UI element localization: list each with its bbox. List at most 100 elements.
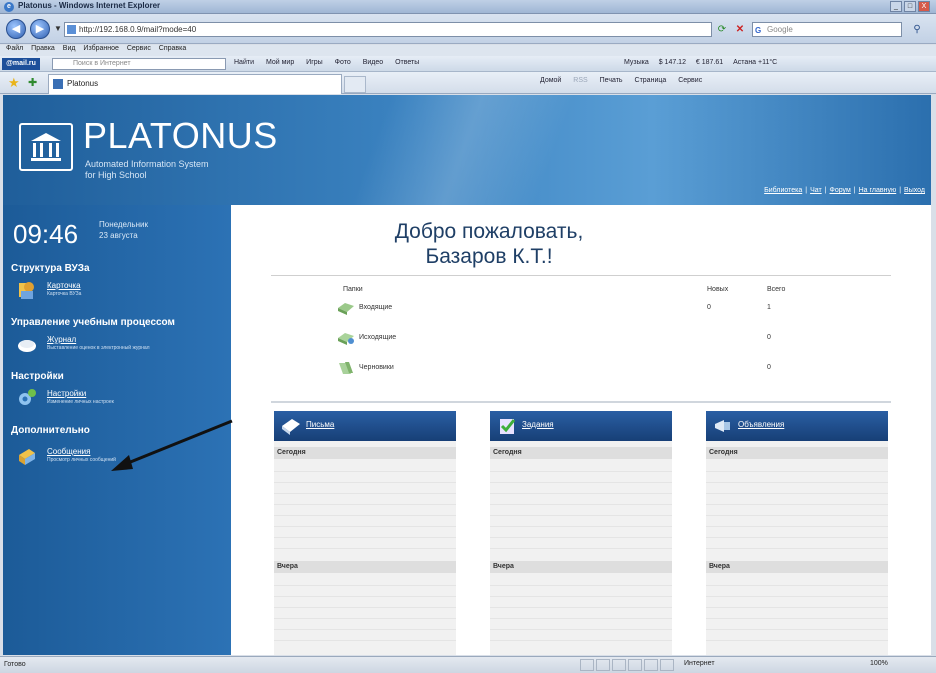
toolbar-link-games[interactable]: Игры (306, 59, 323, 66)
add-favorite-icon[interactable]: ✚ (28, 76, 37, 89)
folders-table: Папки Новых Всего Входящие 0 1 Исходящие (271, 275, 891, 403)
cmd-rss[interactable]: RSS (573, 77, 587, 84)
zoom-level[interactable]: 100% (870, 660, 888, 667)
tab-platonus[interactable]: Platonus (48, 74, 342, 94)
link-separator: | (853, 187, 856, 194)
address-url: http://192.168.0.9/mail?mode=40 (79, 25, 197, 34)
sidebar-item-label: Настройки (47, 389, 87, 398)
sidebar-item-desc: Просмотр личных сообщений (47, 457, 116, 463)
list-line (490, 597, 672, 608)
list-line (706, 538, 888, 549)
list-line (274, 630, 456, 641)
status-cells (580, 659, 674, 671)
toolbar-link-answers[interactable]: Ответы (395, 59, 419, 66)
welcome-message: Добро пожаловать, Базаров К.Т.! (339, 219, 639, 269)
section-title-settings: Настройки (11, 371, 64, 382)
panel-title: Задания (522, 420, 554, 429)
panel-title: Объявления (738, 420, 785, 429)
link-logout[interactable]: Выход (904, 187, 925, 194)
drafts-icon (339, 362, 353, 374)
panel-today-list (706, 461, 888, 549)
panel-tasks: Задания Сегодня Вчера (490, 411, 672, 655)
back-button[interactable]: ◀ (6, 19, 26, 39)
search-icon[interactable]: ⚲ (906, 22, 928, 37)
annotation-arrow-icon (111, 419, 233, 471)
list-line (706, 619, 888, 630)
list-line (490, 527, 672, 538)
link-chat[interactable]: Чат (810, 187, 822, 194)
ie-icon: e (4, 2, 14, 12)
link-library[interactable]: Библиотека (764, 187, 802, 194)
folder-row-drafts[interactable]: Черновики 0 (337, 360, 877, 378)
close-button[interactable]: X (918, 1, 930, 12)
list-line (706, 472, 888, 483)
toolbar-link-find[interactable]: Найти (234, 59, 254, 66)
list-line (706, 461, 888, 472)
cmd-print[interactable]: Печать (600, 77, 623, 84)
panel-header[interactable]: Письма (274, 411, 456, 441)
section-title-structure: Структура ВУЗа (11, 263, 90, 274)
tasks-icon (500, 419, 516, 434)
menu-tools[interactable]: Сервис (127, 45, 151, 52)
page-icon (67, 25, 76, 34)
browser-window: e Platonus - Windows Internet Explorer _… (0, 0, 936, 673)
panel-yesterday: Вчера (490, 561, 672, 573)
toolbar-music[interactable]: Музыка (624, 59, 649, 66)
folder-total-count: 1 (767, 304, 771, 311)
clock-date: Понедельник 23 августа (99, 219, 148, 241)
sidebar-item-settings[interactable]: Настройки Изменение личных настроек (17, 387, 227, 411)
minimize-button[interactable]: _ (890, 1, 902, 12)
menu-view[interactable]: Вид (63, 45, 76, 52)
list-line (490, 472, 672, 483)
sidebar-item-journal[interactable]: Журнал Выставление оценок в электронный … (17, 333, 227, 357)
window-title: Platonus - Windows Internet Explorer (18, 1, 161, 10)
cmd-tools[interactable]: Сервис (678, 77, 702, 84)
logo-subtitle-line2: for High School (85, 170, 147, 180)
panel-today-list (490, 461, 672, 549)
panel-header[interactable]: Задания (490, 411, 672, 441)
menu-file[interactable]: Файл (6, 45, 23, 52)
list-line (706, 494, 888, 505)
maximize-button[interactable]: □ (904, 1, 916, 12)
forward-button[interactable]: ▶ (30, 19, 50, 39)
cmd-page[interactable]: Страница (635, 77, 667, 84)
folder-row-inbox[interactable]: Входящие 0 1 (337, 300, 877, 318)
folder-row-outbox[interactable]: Исходящие 0 (337, 330, 877, 348)
panel-yesterday-list (706, 575, 888, 641)
status-text: Готово (4, 661, 26, 668)
link-home[interactable]: На главную (859, 187, 897, 194)
list-line (490, 461, 672, 472)
security-zone[interactable]: Интернет (684, 660, 715, 667)
panel-header[interactable]: Объявления (706, 411, 888, 441)
menu-help[interactable]: Справка (159, 45, 186, 52)
page-viewport: PLATONUS Automated Information System fo… (3, 95, 931, 655)
toolbar-link-photo[interactable]: Фото (335, 59, 351, 66)
stop-icon[interactable]: ✕ (732, 22, 748, 37)
menu-edit[interactable]: Правка (31, 45, 55, 52)
cmd-home[interactable]: Домой (540, 77, 561, 84)
toolbar-link-video[interactable]: Видео (363, 59, 383, 66)
search-field[interactable]: G Google (752, 22, 902, 37)
folder-name: Исходящие (359, 334, 397, 341)
mail-button[interactable]: @mail.ru (2, 58, 40, 70)
tab-row: ★ ✚ Platonus Домой RSS Печать Страница С… (0, 72, 936, 94)
list-line (274, 619, 456, 630)
toolbar-links: Найти Мой мир Игры Фото Видео Ответы (234, 59, 429, 66)
toolbar-link-myworld[interactable]: Мой мир (266, 59, 294, 66)
tab-title: Platonus (67, 79, 99, 88)
sidebar-item-card[interactable]: Карточка Карточка ВУЗа (17, 279, 227, 303)
list-line (706, 527, 888, 538)
address-field[interactable]: http://192.168.0.9/mail?mode=40 (64, 22, 712, 37)
history-dropdown-icon[interactable]: ▼ (54, 24, 62, 33)
refresh-icon[interactable]: ⟳ (714, 22, 730, 37)
title-bar: e Platonus - Windows Internet Explorer _… (0, 0, 936, 14)
link-forum[interactable]: Форум (830, 187, 851, 194)
toolbar-search-input[interactable]: Поиск в Интернет (52, 58, 226, 70)
new-tab-button[interactable] (344, 76, 366, 93)
clock-weekday: Понедельник (99, 220, 148, 229)
favorites-star-icon[interactable]: ★ (8, 75, 20, 91)
menu-favorites[interactable]: Избранное (83, 45, 118, 52)
new-header: Новых (707, 286, 729, 293)
panel-today: Сегодня (706, 447, 888, 459)
toolbar-weather[interactable]: Астана +11°C (733, 59, 777, 66)
